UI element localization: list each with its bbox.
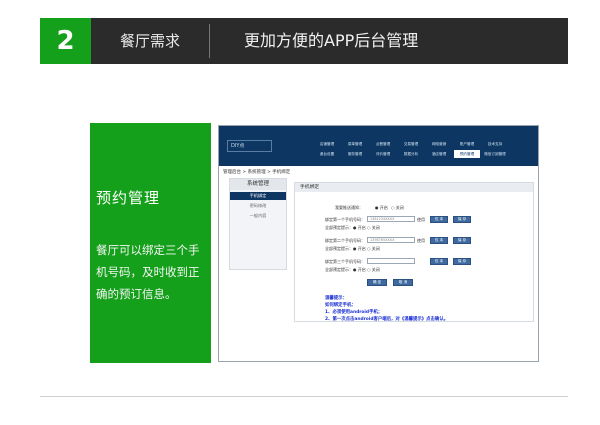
nav-item[interactable]: 网络营销	[426, 140, 452, 148]
phone-3-label: 绑定第三个手机号码：	[325, 259, 365, 264]
admin-sidebar: 系统管理 手机绑定 密码修改 一般内容	[229, 178, 287, 270]
phone-2-save-button[interactable]: 保 存	[453, 237, 471, 244]
tip-heading: 温馨提示：	[325, 296, 347, 301]
sidebar-item-phone-binding[interactable]: 手机绑定	[230, 192, 286, 200]
phone-2-input[interactable]: 1398765XXXX	[367, 237, 415, 243]
sidebar-item-password[interactable]: 密码修改	[230, 202, 286, 210]
phone-2-alert-toggle[interactable]: 全部预定提示：● 开启 ○ 关闭	[325, 246, 380, 252]
phone-1-status: 使用	[417, 217, 425, 222]
phone-3-input[interactable]	[367, 258, 415, 264]
section-number: 2	[40, 18, 91, 64]
nav-item[interactable]: 微信订阅管理	[482, 150, 508, 158]
tip-line: 2、第一次点击android客户端后，对《温馨提示》点击确认。	[325, 317, 449, 322]
admin-logo: DIY点	[227, 140, 272, 152]
nav-item[interactable]: 账户管理	[454, 140, 480, 148]
phone-1-alert-toggle[interactable]: 全部预定提示：● 开启 ○ 关闭	[325, 225, 380, 231]
feature-description: 餐厅可以绑定三个手机号码，及时收到正确的预订信息。	[96, 243, 200, 301]
nav-item[interactable]: 评价管理	[370, 150, 396, 158]
admin-topbar: DIY点 店铺管理 菜单管理 点餐管理 交易管理 网络营销 账户管理 技术支持 …	[219, 126, 538, 166]
breadcrumb: 管理后台 > 系统管理 > 手机绑定	[223, 170, 291, 175]
phone-2-label: 绑定第二个手机号码：	[325, 238, 365, 243]
notify-label: 我要推送通知：	[335, 205, 363, 210]
notify-off-radio[interactable]: ○ 关闭	[391, 205, 404, 211]
nav-item[interactable]: 店铺管理	[314, 140, 340, 148]
feature-title: 预约管理	[96, 189, 161, 207]
phone-2-status: 使用	[417, 238, 425, 243]
phone-1-label: 绑定第一个手机号码：	[325, 217, 365, 222]
footer-divider	[40, 396, 568, 397]
nav-item[interactable]: 酒店管理	[426, 150, 452, 158]
tip-line: 1、必须使用android手机；	[325, 310, 383, 315]
header-divider	[209, 24, 210, 58]
tip-line: 如何绑定手机：	[325, 303, 356, 308]
phone-3-unbind-button[interactable]: 仅 本	[430, 258, 448, 265]
nav-item[interactable]: 服务管理	[342, 150, 368, 158]
nav-item[interactable]: 菜单管理	[342, 140, 368, 148]
nav-item[interactable]: 技术支持	[482, 140, 508, 148]
cancel-button[interactable]: 取 消	[393, 279, 413, 286]
phone-1-unbind-button[interactable]: 仅 本	[430, 216, 448, 223]
nav-item[interactable]: 桌台设置	[314, 150, 340, 158]
slide-title: 更加方便的APP后台管理	[244, 31, 419, 50]
section-label: 餐厅需求	[119, 32, 180, 50]
phone-2-unbind-button[interactable]: 仅 本	[430, 237, 448, 244]
slide-header: 2 餐厅需求 更加方便的APP后台管理	[40, 18, 568, 64]
nav-item[interactable]: 交易管理	[398, 140, 424, 148]
phone-1-input[interactable]: 1381234XXXX	[367, 216, 415, 222]
notify-on-radio[interactable]: ● 开启	[375, 205, 388, 211]
content-panel: 手机绑定 我要推送通知： ● 开启 ○ 关闭 绑定第一个手机号码： 138123…	[294, 182, 534, 322]
nav-item[interactable]: 点餐管理	[370, 140, 396, 148]
nav-item-active[interactable]: 预约管理	[454, 150, 480, 158]
feature-panel: 预约管理 餐厅可以绑定三个手机号码，及时收到正确的预订信息。	[90, 123, 211, 363]
phone-3-alert-toggle[interactable]: 全部预定提示：● 开启 ○ 关闭	[325, 267, 380, 273]
phone-1-save-button[interactable]: 保 存	[453, 216, 471, 223]
sidebar-item-general[interactable]: 一般内容	[230, 212, 286, 220]
nav-item[interactable]: 数据分析	[398, 150, 424, 158]
phone-3-save-button[interactable]: 保 存	[453, 258, 471, 265]
sidebar-heading: 系统管理	[230, 179, 286, 190]
admin-screenshot: DIY点 店铺管理 菜单管理 点餐管理 交易管理 网络营销 账户管理 技术支持 …	[218, 125, 539, 362]
confirm-button[interactable]: 确 定	[367, 279, 387, 286]
content-title: 手机绑定	[295, 183, 533, 192]
